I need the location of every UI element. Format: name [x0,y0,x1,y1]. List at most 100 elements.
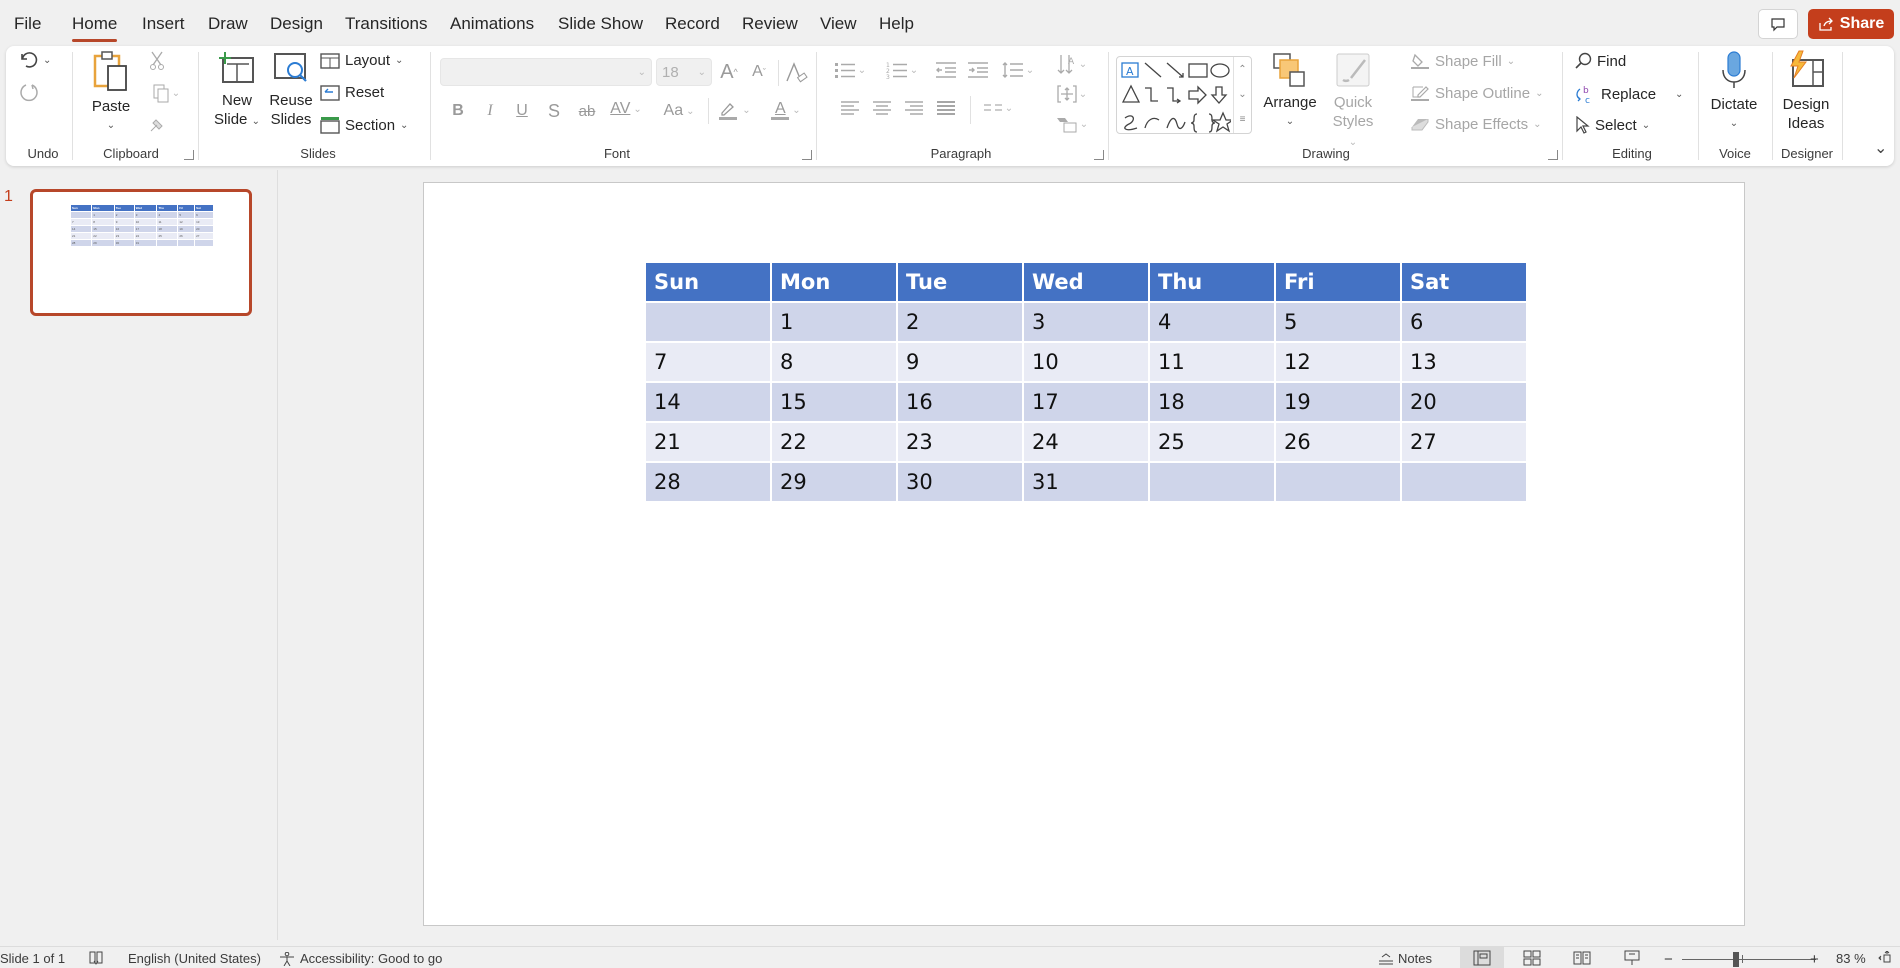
calendar-day-cell[interactable]: 10 [1022,341,1150,383]
calendar-day-cell[interactable]: 11 [1148,341,1276,383]
zoom-slider-thumb[interactable] [1733,952,1740,967]
arrange-button[interactable]: Arrange ⌄ [1260,52,1320,131]
calendar-day-cell[interactable]: 21 [644,421,772,463]
gallery-scroll[interactable]: ⌃ ⌄ ≡ [1233,57,1251,133]
text-direction-button[interactable]: A ⌄ [1052,52,1092,76]
calendar-day-cell[interactable]: 7 [644,341,772,383]
calendar-header-fri[interactable]: Fri [1274,261,1402,303]
decrease-indent-button[interactable] [934,58,958,82]
align-center-button[interactable] [870,96,894,120]
paragraph-launcher-icon[interactable] [1094,150,1104,160]
tab-draw[interactable]: Draw [208,14,248,34]
calendar-header-tue[interactable]: Tue [896,261,1024,303]
design-ideas-button[interactable]: Design Ideas [1778,50,1834,133]
tab-transitions[interactable]: Transitions [345,14,428,34]
calendar-day-cell[interactable] [644,301,772,343]
format-painter-button[interactable] [146,114,168,136]
tab-help[interactable]: Help [879,14,914,34]
numbering-button[interactable]: 1 2 3 ⌄ [882,58,922,82]
calendar-day-cell[interactable]: 9 [896,341,1024,383]
cut-button[interactable] [146,50,168,72]
calendar-day-cell[interactable]: 23 [896,421,1024,463]
tab-animations[interactable]: Animations [450,14,534,34]
decrease-font-size-button[interactable]: Aˇ [746,58,772,86]
calendar-day-cell[interactable]: 1 [770,301,898,343]
font-size-dropdown[interactable]: 18 ⌄ [656,58,712,86]
calendar-day-cell[interactable]: 5 [1274,301,1402,343]
calendar-day-cell[interactable]: 16 [896,381,1024,423]
slide-sorter-button[interactable] [1510,947,1554,968]
underline-button[interactable]: U [512,98,532,124]
calendar-day-cell[interactable]: 31 [1022,461,1150,503]
reuse-slides-button[interactable]: Reuse Slides [266,50,316,129]
slide-canvas[interactable]: Sun Mon Tue Wed Thu Fri Sat 1 2 3 4 5 6 7 8 9 10 11 12 13 1… [423,182,1745,926]
clear-formatting-button[interactable] [782,58,810,86]
calendar-day-cell[interactable]: 18 [1148,381,1276,423]
shape-effects-button[interactable]: Shape Effects ⌄ [1410,116,1542,133]
convert-smartart-button[interactable]: ⌄ [1052,112,1092,136]
calendar-table[interactable]: Sun Mon Tue Wed Thu Fri Sat 1 2 3 4 5 6 7 8 9 10 11 12 13 1… [644,261,1528,503]
highlight-color-button[interactable]: ⌄ [714,96,754,124]
calendar-header-sun[interactable]: Sun [644,261,772,303]
comments-button[interactable] [1758,9,1798,39]
shapes-gallery[interactable]: A ⌃ ⌄ ≡ [1116,56,1252,134]
calendar-header-sat[interactable]: Sat [1400,261,1528,303]
share-button[interactable]: Share [1808,9,1894,39]
calendar-day-cell[interactable] [1148,461,1276,503]
align-right-button[interactable] [902,96,926,120]
zoom-in-button[interactable]: + [1810,951,1819,968]
calendar-day-cell[interactable]: 29 [770,461,898,503]
increase-font-size-button[interactable]: A ^ [716,58,742,86]
spellcheck-button[interactable] [88,951,104,965]
slide-thumbnail[interactable]: Sun Mon Tue Wed Thu Fri Sat 1 2 3 4 5 6 7 8 9 10 11 12 13 14… [30,189,252,316]
calendar-day-cell[interactable]: 4 [1148,301,1276,343]
calendar-day-cell[interactable]: 17 [1022,381,1150,423]
align-left-button[interactable] [838,96,862,120]
calendar-day-cell[interactable]: 14 [644,381,772,423]
clipboard-launcher-icon[interactable] [184,150,194,160]
calendar-day-cell[interactable]: 19 [1274,381,1402,423]
increase-indent-button[interactable] [966,58,990,82]
layout-button[interactable]: Layout ⌄ [320,52,403,69]
bullets-button[interactable]: ⌄ [830,58,870,82]
line-spacing-button[interactable]: ⌄ [998,58,1038,82]
tab-view[interactable]: View [820,14,857,34]
section-button[interactable]: Section ⌄ [320,116,408,134]
calendar-day-cell[interactable]: 22 [770,421,898,463]
calendar-day-cell[interactable]: 25 [1148,421,1276,463]
zoom-out-button[interactable]: − [1664,951,1673,968]
notes-button[interactable]: Notes [1378,951,1432,966]
font-color-button[interactable]: A ⌄ [766,96,806,124]
calendar-day-cell[interactable]: 20 [1400,381,1528,423]
calendar-day-cell[interactable]: 15 [770,381,898,423]
bold-button[interactable]: B [448,98,468,124]
font-launcher-icon[interactable] [802,150,812,160]
calendar-day-cell[interactable]: 26 [1274,421,1402,463]
font-name-dropdown[interactable]: ⌄ [440,58,652,86]
accessibility-button[interactable]: Accessibility: Good to go [278,951,442,966]
quick-styles-button[interactable]: Quick Styles ⌄ [1328,52,1378,152]
undo-button[interactable]: ⌄ [18,50,51,70]
select-button[interactable]: Select ⌄ [1574,116,1650,134]
text-shadow-button[interactable]: S [544,98,564,124]
tab-insert[interactable]: Insert [142,14,185,34]
normal-view-button[interactable] [1460,947,1504,968]
calendar-day-cell[interactable]: 27 [1400,421,1528,463]
justify-button[interactable] [934,96,958,120]
calendar-header-wed[interactable]: Wed [1022,261,1150,303]
columns-button[interactable]: ⌄ [978,96,1018,120]
slide-show-button[interactable] [1610,947,1654,968]
new-slide-button[interactable]: New Slide ⌄ [210,50,264,131]
calendar-day-cell[interactable]: 6 [1400,301,1528,343]
reset-button[interactable]: Reset [320,84,384,101]
character-spacing-button[interactable]: AV ⌄ [606,96,646,122]
redo-button[interactable] [18,82,40,104]
italic-button[interactable]: I [480,98,500,124]
calendar-day-cell[interactable]: 13 [1400,341,1528,383]
calendar-day-cell[interactable]: 28 [644,461,772,503]
fit-to-window-button[interactable] [1878,951,1896,965]
strikethrough-button[interactable]: ab [574,98,600,124]
calendar-day-cell[interactable]: 2 [896,301,1024,343]
calendar-day-cell[interactable]: 3 [1022,301,1150,343]
collapse-ribbon-icon[interactable]: ⌄ [1874,138,1887,158]
